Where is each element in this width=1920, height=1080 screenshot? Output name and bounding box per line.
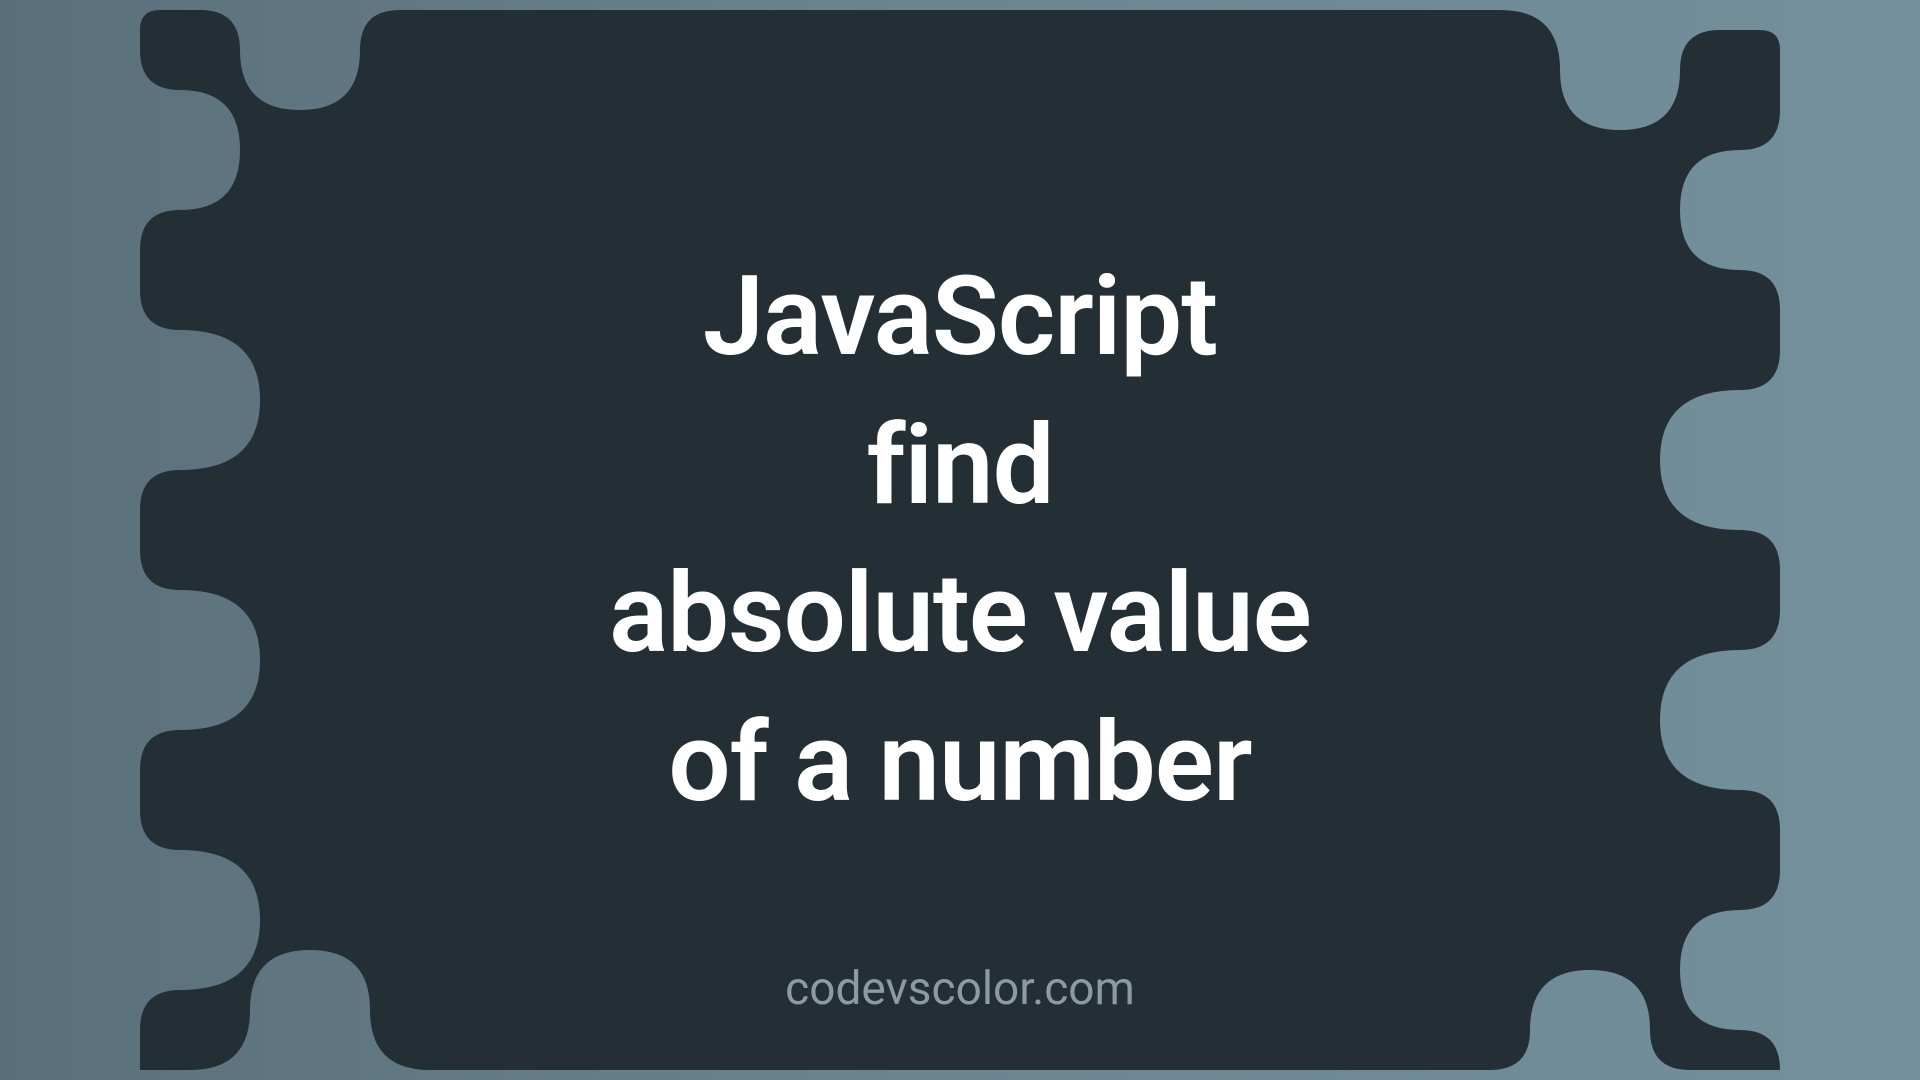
main-title: JavaScript find absolute value of a numb… [609,243,1311,837]
hero-card: JavaScript find absolute value of a numb… [0,0,1920,1080]
title-line-1: JavaScript [703,252,1217,381]
content-wrapper: JavaScript find absolute value of a numb… [0,0,1920,1080]
attribution-text: codevscolor.com [785,962,1135,1016]
title-line-3: absolute value [609,549,1311,678]
title-line-2: find [866,401,1053,530]
title-line-4: of a number [668,698,1251,827]
